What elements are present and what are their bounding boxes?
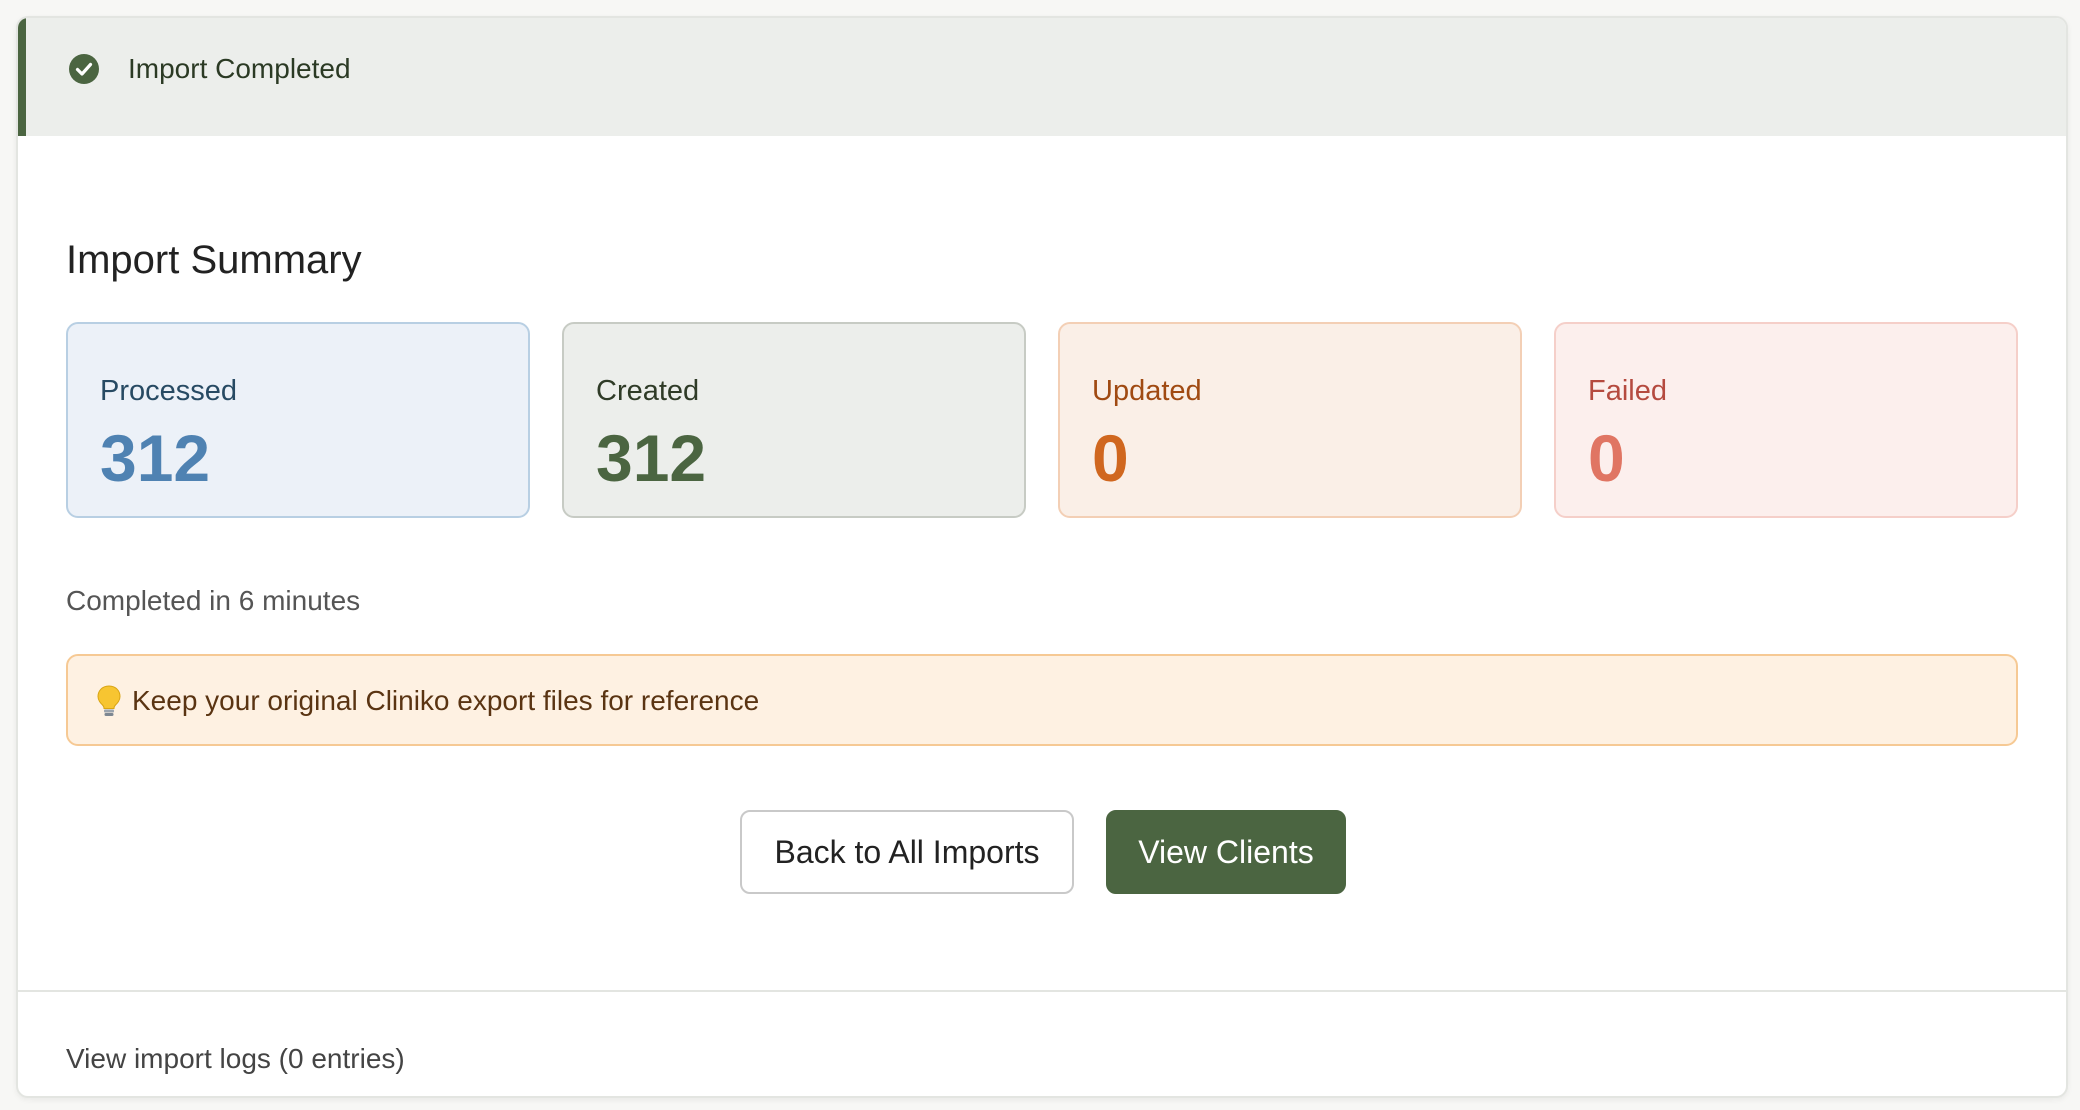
- stat-label-updated: Updated: [1092, 375, 1202, 407]
- view-import-logs-link[interactable]: View import logs (0 entries): [66, 1042, 405, 1076]
- status-banner: Import Completed: [18, 18, 2066, 136]
- status-title: Import Completed: [128, 53, 351, 84]
- stat-label-processed: Processed: [100, 375, 238, 407]
- stat-value-processed: 312: [100, 421, 211, 495]
- import-result-card: Import Completed Import Summary Processe…: [16, 16, 2068, 1098]
- stat-value-updated: 0: [1092, 421, 1129, 495]
- stat-value-created: 312: [596, 421, 707, 495]
- footer-divider: [18, 990, 2066, 992]
- completion-time: Completed in 6 minutes: [66, 585, 361, 616]
- stat-card-failed: Failed 0: [1554, 322, 2018, 518]
- stat-card-created: Created 312: [562, 322, 1026, 518]
- stat-label-created: Created: [596, 375, 700, 407]
- stat-value-failed: 0: [1588, 421, 1625, 495]
- check-circle-icon: [69, 54, 99, 84]
- stat-card-updated: Updated 0: [1058, 322, 1522, 518]
- tip-banner: Keep your original Cliniko export files …: [66, 654, 2018, 746]
- stat-card-processed: Processed 312: [66, 322, 530, 518]
- summary-heading: Import Summary: [66, 238, 362, 282]
- stat-label-failed: Failed: [1588, 375, 1667, 407]
- lightbulb-icon: [97, 685, 121, 716]
- back-to-imports-button[interactable]: Back to All Imports: [740, 810, 1074, 894]
- tip-text: Keep your original Cliniko export files …: [132, 685, 760, 716]
- view-clients-button[interactable]: View Clients: [1106, 810, 1346, 894]
